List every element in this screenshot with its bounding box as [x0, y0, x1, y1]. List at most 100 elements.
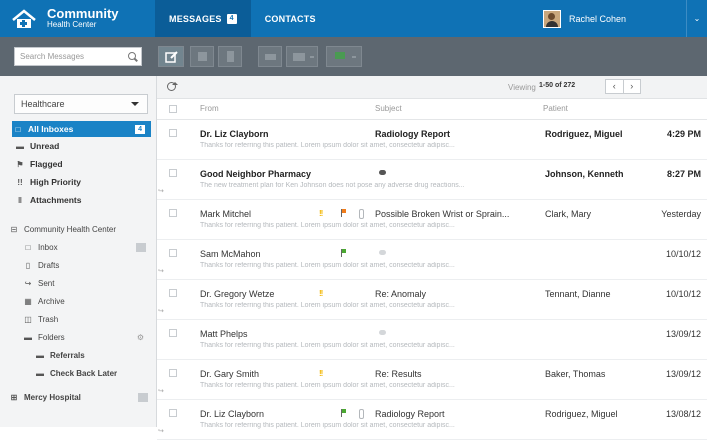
table-row[interactable]: Dr. Liz Clayborn Radiology Report Rodrig…: [157, 120, 707, 160]
move-to-folder-button[interactable]: [286, 46, 318, 67]
account-select[interactable]: Healthcare: [14, 94, 148, 114]
row-from: Matt Phelps: [200, 329, 248, 339]
compose-button[interactable]: [158, 46, 184, 67]
expand-icon[interactable]: ⊞: [8, 393, 20, 402]
delete-button[interactable]: [218, 46, 242, 67]
row-patient: Rodriguez, Miguel: [545, 129, 623, 139]
row-subject: Radiology Report: [375, 129, 451, 139]
sidebar-item-flagged[interactable]: ⚑ Flagged: [14, 156, 150, 172]
row-checkbox[interactable]: [169, 169, 177, 177]
sidebar-item-attachments[interactable]: ‖ Attachments: [14, 192, 150, 208]
paperclip-icon: [359, 209, 364, 219]
inbox-icon: □: [15, 124, 21, 134]
sidebar-item-label: Sent: [38, 278, 55, 288]
flag-icon: [335, 52, 345, 59]
high-priority-icon: !!: [319, 209, 323, 218]
flag-icon[interactable]: [341, 409, 346, 417]
search-input[interactable]: Search Messages: [14, 47, 142, 66]
chevron-down-icon: [352, 56, 356, 58]
sidebar-item-high-priority[interactable]: !! High Priority: [14, 174, 150, 190]
folder-icon: ▬: [36, 368, 44, 378]
app-logo[interactable]: Community Health Center: [0, 0, 155, 37]
row-subject: Re: Results: [375, 369, 422, 379]
toolbar: Search Messages: [0, 37, 707, 76]
sidebar-group-label: Community Health Center: [24, 224, 117, 234]
app-subtitle: Health Center: [47, 19, 97, 29]
row-from: Mark Mitchel: [200, 209, 252, 219]
top-bar: Community Health Center MESSAGES 4 CONTA…: [0, 0, 707, 37]
table-row[interactable]: Mark Mitchel !! Possible Broken Wrist or…: [157, 200, 707, 240]
message-list-panel: Viewing 1-50 of 272 ‹ › From Subject Pat…: [157, 76, 707, 440]
table-row[interactable]: ↪ Dr. Gary Smith !! Re: Results Baker, T…: [157, 360, 707, 400]
comment-icon: [379, 170, 386, 175]
sidebar-item-trash[interactable]: ◫ Trash: [22, 311, 150, 327]
sidebar-item-sent[interactable]: ↪ Sent: [22, 275, 150, 291]
row-checkbox[interactable]: [169, 329, 177, 337]
row-date: 8:27 PM: [666, 169, 701, 179]
refresh-icon[interactable]: [167, 82, 178, 91]
row-date: Yesterday: [661, 209, 701, 219]
row-date: 13/09/12: [665, 369, 701, 379]
row-patient: Tennant, Dianne: [545, 289, 611, 299]
user-menu[interactable]: Rachel Cohen ⌄: [542, 0, 707, 37]
pagination-controls: ‹ ›: [605, 79, 641, 94]
flag-button[interactable]: [326, 46, 362, 67]
row-checkbox[interactable]: [169, 249, 177, 257]
table-row[interactable]: ↪ Dr. Liz Clayborn Radiology Report Rodr…: [157, 400, 707, 440]
next-page-button[interactable]: ›: [624, 80, 641, 93]
table-row[interactable]: ↪ Good Neighbor Pharmacy Johnson, Kennet…: [157, 160, 707, 200]
row-checkbox[interactable]: [169, 289, 177, 297]
gear-icon[interactable]: ⚙: [137, 333, 144, 342]
sidebar-item-referrals[interactable]: ▬ Referrals: [34, 347, 150, 363]
column-header-patient[interactable]: Patient: [543, 104, 568, 113]
sidebar-item-drafts[interactable]: ▯ Drafts: [22, 257, 150, 273]
tab-messages-label: MESSAGES: [169, 13, 222, 24]
replied-icon: ↪: [158, 188, 164, 195]
folder-icon: ▬: [36, 350, 44, 360]
sidebar-item-label: Flagged: [30, 159, 63, 169]
replied-icon: ↪: [158, 308, 164, 315]
print-button[interactable]: [258, 46, 282, 67]
select-all-checkbox[interactable]: [169, 105, 177, 113]
row-date: 10/10/12: [665, 289, 701, 299]
inbox-icon: □: [25, 242, 31, 252]
row-checkbox[interactable]: [169, 209, 177, 217]
sidebar-item-unread[interactable]: ▬ Unread: [14, 138, 150, 154]
avatar: [542, 9, 561, 28]
table-row[interactable]: ↪ Sam McMahon 10/10/12 Thanks for referr…: [157, 240, 707, 280]
column-header-subject[interactable]: Subject: [375, 104, 402, 113]
list-header: From Subject Patient: [157, 98, 707, 120]
drafts-icon: ▯: [25, 260, 31, 270]
sidebar-group-community-health-center[interactable]: ⊟ Community Health Center: [8, 221, 152, 237]
table-row[interactable]: Matt Phelps 13/09/12 Thanks for referrin…: [157, 320, 707, 360]
chevron-down-icon[interactable]: ⌄: [687, 14, 707, 23]
tab-messages[interactable]: MESSAGES 4: [155, 0, 251, 37]
prev-page-button[interactable]: ‹: [606, 80, 624, 93]
row-date: 10/10/12: [665, 249, 701, 259]
column-header-from[interactable]: From: [200, 104, 219, 113]
sidebar-item-all-inboxes[interactable]: □ All Inboxes 4: [12, 121, 151, 137]
sidebar-item-label: Drafts: [38, 260, 60, 270]
row-checkbox[interactable]: [169, 369, 177, 377]
replied-icon: ↪: [158, 388, 164, 395]
sidebar-item-folders[interactable]: ▬ Folders ⚙: [22, 329, 150, 345]
collapse-icon[interactable]: ⊟: [8, 225, 20, 234]
sidebar-group-mercy-hospital[interactable]: ⊞ Mercy Hospital: [8, 389, 152, 405]
row-patient: Rodriguez, Miguel: [545, 409, 618, 419]
sidebar-item-inbox[interactable]: □ Inbox: [22, 239, 150, 255]
sidebar-group-label: Mercy Hospital: [24, 392, 81, 402]
flag-icon[interactable]: [341, 249, 346, 257]
replied-icon: ↪: [158, 428, 164, 435]
tab-contacts-label: CONTACTS: [264, 13, 316, 24]
row-checkbox[interactable]: [169, 409, 177, 417]
pagination-range: 1-50 of 272: [539, 82, 576, 89]
sidebar-item-archive[interactable]: ▦ Archive: [22, 293, 150, 309]
sidebar-item-check-back-later[interactable]: ▬ Check Back Later: [34, 365, 150, 381]
search-icon[interactable]: [128, 52, 136, 60]
archive-icon: [198, 52, 207, 61]
table-row[interactable]: ↪ Dr. Gregory Wetze !! Re: Anomaly Tenna…: [157, 280, 707, 320]
flag-icon[interactable]: [341, 209, 346, 217]
row-checkbox[interactable]: [169, 129, 177, 137]
archive-button[interactable]: [190, 46, 214, 67]
tab-contacts[interactable]: CONTACTS: [251, 0, 330, 37]
